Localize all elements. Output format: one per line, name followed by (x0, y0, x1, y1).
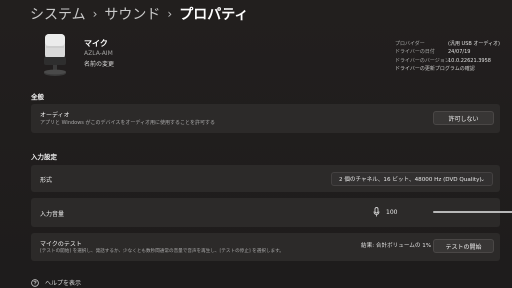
help-link[interactable]: ヘルプを表示 (31, 278, 81, 287)
input-volume-slider[interactable] (433, 211, 512, 213)
chevron-down-icon: ⌄ (479, 176, 485, 183)
driver-provider-value: (汎用 USB オーディオ) (448, 41, 500, 47)
breadcrumb-separator: › (92, 7, 98, 21)
mic-test-title: マイクのテスト (40, 241, 82, 248)
audio-title: オーディオ (40, 112, 70, 119)
driver-date-value: 24/07/19 (448, 49, 471, 56)
input-volume-label: 入力音量 (40, 211, 65, 218)
format-card: 形式 2 個のチャネル、16 ビット、48000 Hz (DVD Quality… (31, 165, 500, 192)
breadcrumb: システム › サウンド › プロパティ (30, 4, 248, 24)
driver-version-value: 10.0.22621.3958 (448, 57, 491, 64)
device-model: AZLA-AIM (84, 50, 113, 57)
microphone-icon[interactable] (373, 207, 380, 217)
audio-permission-card: オーディオ アプリと Windows がこのデバイスをオーディオ用に使用すること… (31, 104, 500, 133)
input-volume-card: 入力音量 100 (31, 198, 512, 227)
mic-test-card: マイクのテスト [テストの開始] を選択し、発話するか、少なくとも数秒間通常の音… (31, 233, 500, 261)
driver-provider-label: プロバイダー (395, 41, 425, 47)
section-title-general: 全般 (31, 93, 44, 101)
format-value: 2 個のチャネル、16 ビット、48000 Hz (DVD Quality) (339, 177, 482, 183)
check-driver-updates-link[interactable]: ドライバーの更新プログラムの確認 (395, 65, 475, 73)
device-name: マイク (84, 39, 108, 48)
rename-link[interactable]: 名前の変更 (84, 59, 114, 68)
driver-version-label: ドライバーのバージョン (395, 57, 450, 64)
mic-test-description: [テストの開始] を選択し、発話するか、少なくとも数秒間通常の音量で音声を再生し… (40, 249, 284, 254)
audio-description: アプリと Windows がこのデバイスをオーディオ用に使用することを許可する (40, 120, 216, 126)
help-label: ヘルプを表示 (45, 280, 82, 287)
format-label: 形式 (40, 177, 53, 184)
format-dropdown[interactable]: 2 個のチャネル、16 ビット、48000 Hz (DVD Quality) ⌄ (331, 172, 493, 186)
help-icon (31, 278, 39, 287)
microphone-device-icon (44, 34, 66, 76)
breadcrumb-sound[interactable]: サウンド (104, 4, 160, 24)
breadcrumb-separator: › (167, 7, 173, 21)
driver-date-label: ドライバーの日付 (395, 49, 435, 56)
mic-test-result: 結果: 合計ボリュームの 1% (361, 243, 432, 249)
section-title-input: 入力設定 (31, 153, 57, 161)
input-volume-value: 100 (386, 209, 398, 216)
breadcrumb-properties: プロパティ (179, 7, 249, 23)
sound-properties-page: システム › サウンド › プロパティ マイク AZLA-AIM 名前の変更 プ… (0, 0, 512, 288)
driver-info: プロバイダー (汎用 USB オーディオ) ドライバーの日付 24/07/19 … (395, 40, 500, 73)
disallow-button[interactable]: 許可しない (433, 111, 494, 125)
breadcrumb-system[interactable]: システム (30, 4, 86, 24)
start-test-button[interactable]: テストの開始 (433, 239, 494, 253)
